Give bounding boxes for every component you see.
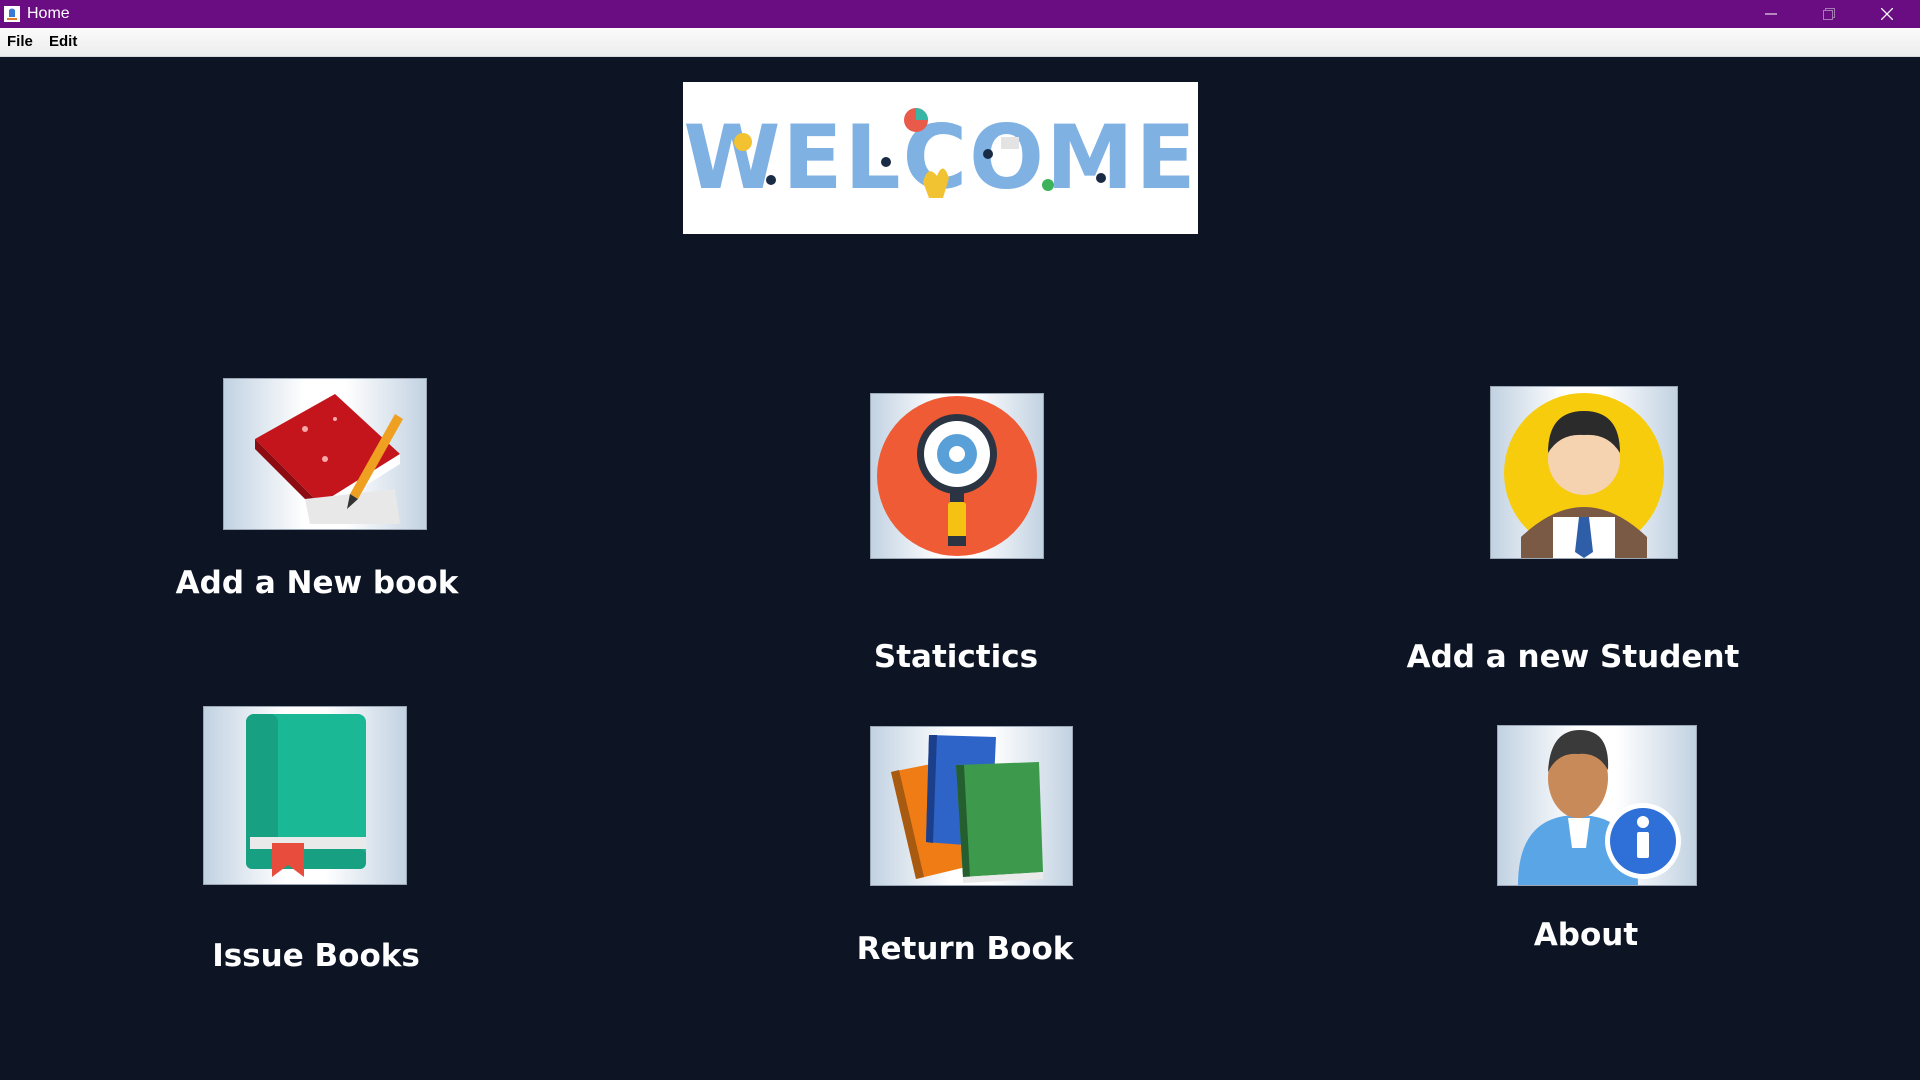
student-avatar-icon	[1504, 393, 1664, 558]
statistics-button[interactable]	[870, 393, 1044, 559]
menu-edit[interactable]: Edit	[45, 32, 81, 52]
person-info-icon	[1518, 730, 1681, 885]
book-stack-icon	[891, 735, 1043, 883]
maximize-icon	[1823, 8, 1835, 20]
close-button[interactable]	[1858, 0, 1916, 28]
return-book-label[interactable]: Return Book	[815, 931, 1115, 967]
about-label[interactable]: About	[1436, 917, 1736, 953]
magnifier-gear-icon	[877, 396, 1037, 556]
menu-bar: File Edit	[0, 28, 1920, 57]
welcome-banner: WELCOME	[683, 82, 1198, 234]
welcome-illustration	[734, 108, 1106, 198]
minimize-button[interactable]	[1742, 0, 1800, 28]
add-new-student-label[interactable]: Add a new Student	[1383, 639, 1763, 675]
app-icon	[3, 5, 21, 23]
minimize-icon	[1765, 13, 1777, 15]
return-book-button[interactable]	[870, 726, 1073, 886]
main-panel: WELCOME Add a New book Statictics Add a …	[0, 57, 1920, 1080]
close-icon	[1881, 8, 1893, 20]
title-bar: Home	[0, 0, 1920, 28]
add-new-student-button[interactable]	[1490, 386, 1678, 559]
add-new-book-button[interactable]	[223, 378, 427, 530]
statistics-label[interactable]: Statictics	[806, 639, 1106, 675]
menu-file[interactable]: File	[3, 32, 37, 52]
maximize-button[interactable]	[1800, 0, 1858, 28]
issue-books-button[interactable]	[203, 706, 407, 885]
add-new-book-label[interactable]: Add a New book	[167, 565, 467, 601]
window-title: Home	[27, 5, 70, 22]
green-book-icon	[246, 714, 366, 877]
about-button[interactable]	[1497, 725, 1697, 886]
red-book-pencil-icon	[255, 394, 403, 524]
application-window: Home File Edit WELCOME Add a New book St…	[0, 0, 1920, 1080]
issue-books-label[interactable]: Issue Books	[166, 938, 466, 974]
